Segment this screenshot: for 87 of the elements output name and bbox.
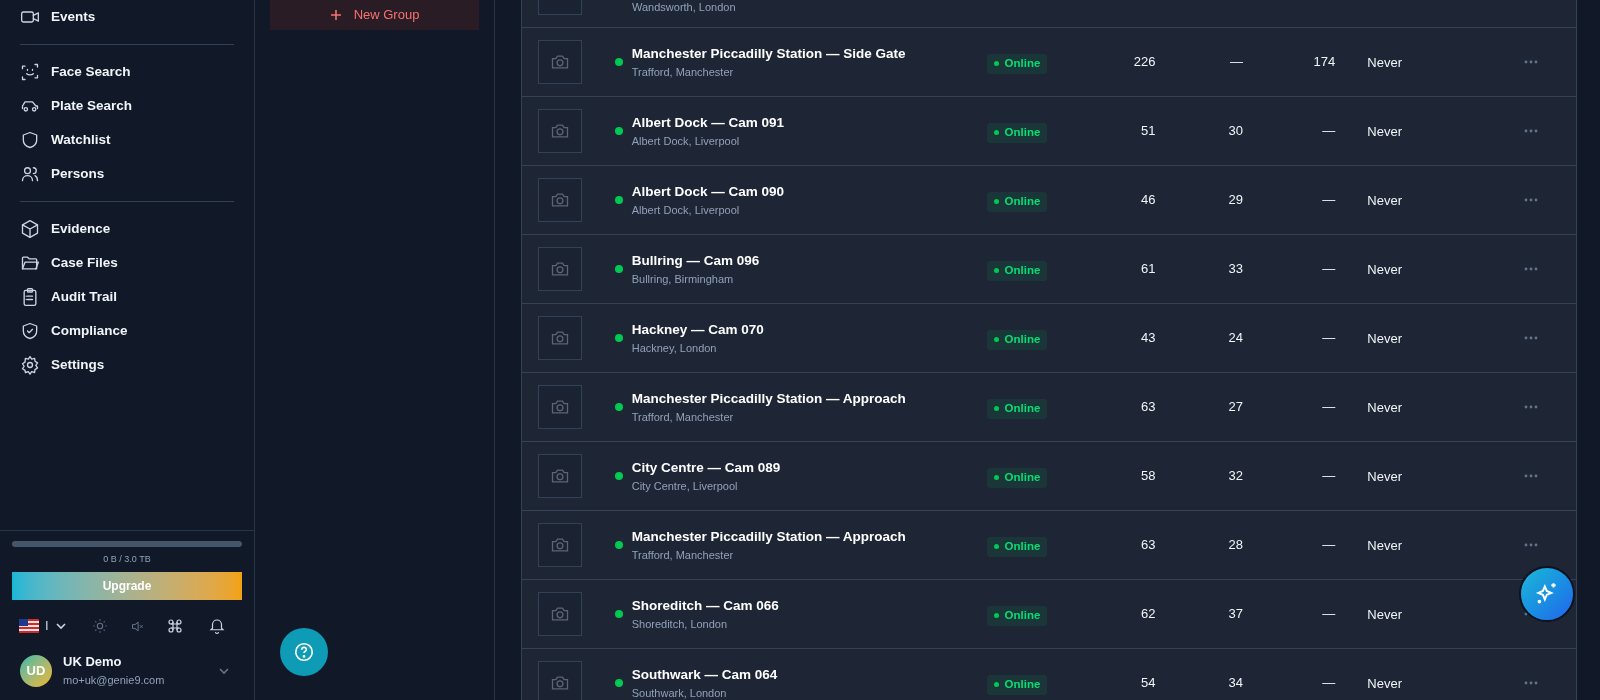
storage-label: 0 B / 3.0 TB [103, 552, 151, 566]
table-cell-text: — [1322, 191, 1336, 210]
table-cell-text: 33 [1228, 260, 1243, 279]
camera-location: Albert Dock, Liverpool [631, 134, 741, 149]
table-cell-text: 30 [1228, 122, 1243, 141]
table-cell-text: — [1322, 467, 1336, 486]
status-badge: Online [986, 191, 1048, 212]
status-badge: Online [986, 536, 1048, 557]
table-cell-text: 63 [1140, 398, 1156, 417]
table-cell-text: — [1322, 536, 1336, 555]
language-selector[interactable]: I [19, 616, 67, 636]
camera-location: Hackney, London [631, 341, 718, 356]
user-email: mo+uk@genie9.com [63, 673, 165, 688]
last-seen: Never [1367, 469, 1402, 484]
table-cell-text: 34 [1228, 674, 1243, 693]
camera-name: Albert Dock — Cam 090 [631, 183, 785, 201]
nav-item[interactable]: Persons [20, 157, 234, 191]
status-badge: Online [986, 605, 1048, 626]
table-cell-text: 58 [1140, 467, 1156, 486]
status-badge: Online [986, 53, 1048, 74]
user-avatar: UD [20, 655, 52, 687]
camera-location: City Centre, Liverpool [631, 479, 739, 494]
nav-item[interactable]: Face Search [20, 55, 234, 89]
status-badge: Online [986, 122, 1048, 143]
table-cell-text: 174 [1313, 53, 1336, 72]
table-cell-text: — [1229, 53, 1243, 72]
nav-item[interactable]: Plate Search [20, 89, 234, 123]
nav-item[interactable]: Case Files [20, 246, 234, 280]
table-cell-text: 46 [1140, 191, 1156, 210]
table-cell-text: 63 [1140, 536, 1156, 555]
camera-name: Shoreditch — Cam 066 [631, 597, 780, 615]
nav-item[interactable]: Watchlist [20, 123, 234, 157]
nav-item[interactable]: Events [20, 0, 234, 34]
camera-name: Southwark — Cam 064 [631, 666, 779, 684]
camera-name: Albert Dock — Cam 091 [631, 114, 785, 132]
table-cell-text: — [1322, 398, 1336, 417]
last-seen: Never [1367, 400, 1402, 415]
status-badge: Online [986, 467, 1048, 488]
table-cell-text: — [1322, 260, 1336, 279]
table-cell-text: 226 [1133, 53, 1156, 72]
table-cell-text: — [1322, 605, 1336, 624]
status-badge: Online [986, 329, 1048, 350]
table-cell-text: — [1322, 122, 1336, 141]
user-name: UK Demo [63, 654, 123, 670]
camera-location: Trafford, Manchester [631, 548, 735, 563]
new-group-button[interactable]: New Group [270, 0, 479, 30]
last-seen: Never [1367, 331, 1402, 346]
camera-name: Manchester Piccadilly Station — Side Gate [631, 45, 907, 63]
table-cell-text: 27 [1228, 398, 1243, 417]
table-cell-text: 43 [1140, 329, 1156, 348]
camera-location: Albert Dock, Liverpool [631, 203, 741, 218]
last-seen: Never [1367, 193, 1402, 208]
status-badge: Online [986, 260, 1048, 281]
nav-item[interactable]: Evidence [20, 212, 234, 246]
table-cell-text: — [1322, 329, 1336, 348]
last-seen: Never [1367, 262, 1402, 277]
table-cell-text: 51 [1140, 122, 1156, 141]
camera-location: Wandsworth, London [632, 0, 737, 15]
last-seen: Never [1367, 124, 1402, 139]
camera-location: Bullring, Birmingham [631, 272, 735, 287]
nav-item[interactable]: Compliance [20, 314, 234, 348]
table-cell-text: 29 [1228, 191, 1243, 210]
camera-name: Manchester Piccadilly Station — Approach [631, 390, 907, 408]
camera-location: Shoreditch, London [631, 617, 729, 632]
table-cell-text: 54 [1140, 674, 1156, 693]
status-badge: Online [986, 674, 1048, 695]
camera-name: Manchester Piccadilly Station — Approach [631, 528, 907, 546]
table-cell-text: 32 [1228, 467, 1243, 486]
table-cell-text: 61 [1140, 260, 1156, 279]
table-cell-text: 37 [1228, 605, 1243, 624]
last-seen: Never [1367, 55, 1402, 70]
last-seen: Never [1367, 607, 1402, 622]
table-cell-text: 24 [1228, 329, 1243, 348]
status-badge: Online [986, 398, 1048, 419]
table-cell-text: 28 [1228, 536, 1243, 555]
nav-item[interactable]: Audit Trail [20, 280, 234, 314]
camera-location: Southwark, London [631, 686, 728, 700]
last-seen: Never [1367, 676, 1402, 691]
table-cell-text: — [1322, 674, 1336, 693]
camera-name: Hackney — Cam 070 [631, 321, 765, 339]
camera-location: Trafford, Manchester [631, 410, 735, 425]
last-seen: Never [1367, 538, 1402, 553]
table-cell-text: 62 [1140, 605, 1156, 624]
camera-name: Bullring — Cam 096 [631, 252, 761, 270]
camera-name: City Centre — Cam 089 [631, 459, 782, 477]
nav-item[interactable]: Settings [20, 348, 234, 382]
camera-location: Trafford, Manchester [631, 65, 735, 80]
